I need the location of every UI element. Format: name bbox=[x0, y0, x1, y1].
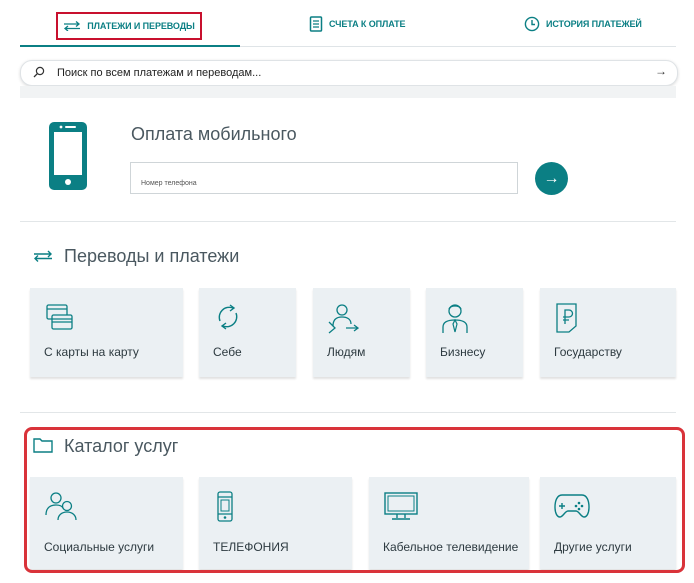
phone-number-placeholder: Номер телефона bbox=[141, 180, 197, 187]
mobile-pay-submit-button[interactable]: → bbox=[535, 162, 568, 195]
section-divider bbox=[20, 221, 676, 222]
card-label: Людям bbox=[327, 345, 366, 359]
active-tab-indicator bbox=[20, 45, 240, 47]
tab-payments-transfers[interactable]: ПЛАТЕЖИ И ПЕРЕВОДЫ bbox=[56, 12, 202, 40]
tab-bar: ПЛАТЕЖИ И ПЕРЕВОДЫ СЧЕТА К ОПЛАТЕ ИСТОРИ… bbox=[0, 0, 694, 47]
folder-icon bbox=[33, 438, 53, 453]
tab-label: ИСТОРИЯ ПЛАТЕЖЕЙ bbox=[546, 19, 642, 29]
card-people[interactable]: Людям bbox=[313, 288, 410, 377]
refresh-icon bbox=[218, 304, 238, 330]
businessman-icon bbox=[442, 304, 468, 333]
ruble-document-icon bbox=[556, 303, 577, 333]
tab-label: СЧЕТА К ОПЛАТЕ bbox=[329, 19, 406, 29]
card-label: С карты на карту bbox=[44, 345, 139, 359]
cards-icon bbox=[46, 304, 73, 330]
mobile-phone-icon bbox=[217, 491, 233, 522]
tab-history[interactable]: ИСТОРИЯ ПЛАТЕЖЕЙ bbox=[524, 8, 642, 40]
gamepad-icon bbox=[554, 494, 590, 518]
tv-icon bbox=[384, 492, 418, 520]
arrows-exchange-icon bbox=[64, 21, 81, 31]
card-label: Социальные услуги bbox=[44, 540, 155, 554]
card-cable-tv[interactable]: Кабельное телевидение bbox=[369, 477, 529, 569]
card-label: Государству bbox=[554, 345, 622, 359]
smartphone-icon bbox=[49, 122, 87, 190]
mobile-payment-title: Оплата мобильного bbox=[131, 124, 297, 144]
card-self[interactable]: Себе bbox=[199, 288, 296, 377]
tab-label: ПЛАТЕЖИ И ПЕРЕВОДЫ bbox=[87, 21, 195, 31]
arrow-right-icon: → bbox=[543, 169, 560, 187]
card-label: ТЕЛЕФОНИЯ bbox=[213, 540, 289, 554]
transfers-title: Переводы и платежи bbox=[64, 246, 240, 266]
catalog-title: Каталог услуг bbox=[64, 436, 179, 456]
people-icon bbox=[45, 492, 77, 521]
card-other-services[interactable]: Другие услуги bbox=[540, 477, 676, 569]
search-shadow-band bbox=[20, 86, 676, 98]
search-icon bbox=[33, 66, 45, 78]
card-telephony[interactable]: ТЕЛЕФОНИЯ bbox=[199, 477, 352, 569]
card-social-services[interactable]: Социальные услуги bbox=[30, 477, 183, 569]
search-input[interactable] bbox=[55, 64, 619, 82]
arrows-exchange-icon bbox=[34, 250, 52, 262]
person-exchange-icon bbox=[328, 304, 359, 334]
card-card-to-card[interactable]: С карты на карту bbox=[30, 288, 183, 377]
card-business[interactable]: Бизнесу bbox=[426, 288, 523, 377]
tab-bills[interactable]: СЧЕТА К ОПЛАТЕ bbox=[309, 8, 406, 40]
card-label: Себе bbox=[213, 345, 242, 359]
card-label: Кабельное телевидение bbox=[383, 540, 519, 554]
search-bar: → bbox=[20, 60, 678, 86]
card-government[interactable]: Государству bbox=[540, 288, 676, 377]
card-label: Бизнесу bbox=[440, 345, 486, 359]
clock-icon bbox=[524, 16, 540, 32]
section-divider bbox=[20, 412, 676, 413]
document-icon bbox=[309, 16, 323, 32]
search-submit-arrow-icon[interactable]: → bbox=[655, 64, 667, 78]
phone-number-field[interactable]: Номер телефона bbox=[130, 162, 518, 194]
card-label: Другие услуги bbox=[554, 540, 632, 554]
